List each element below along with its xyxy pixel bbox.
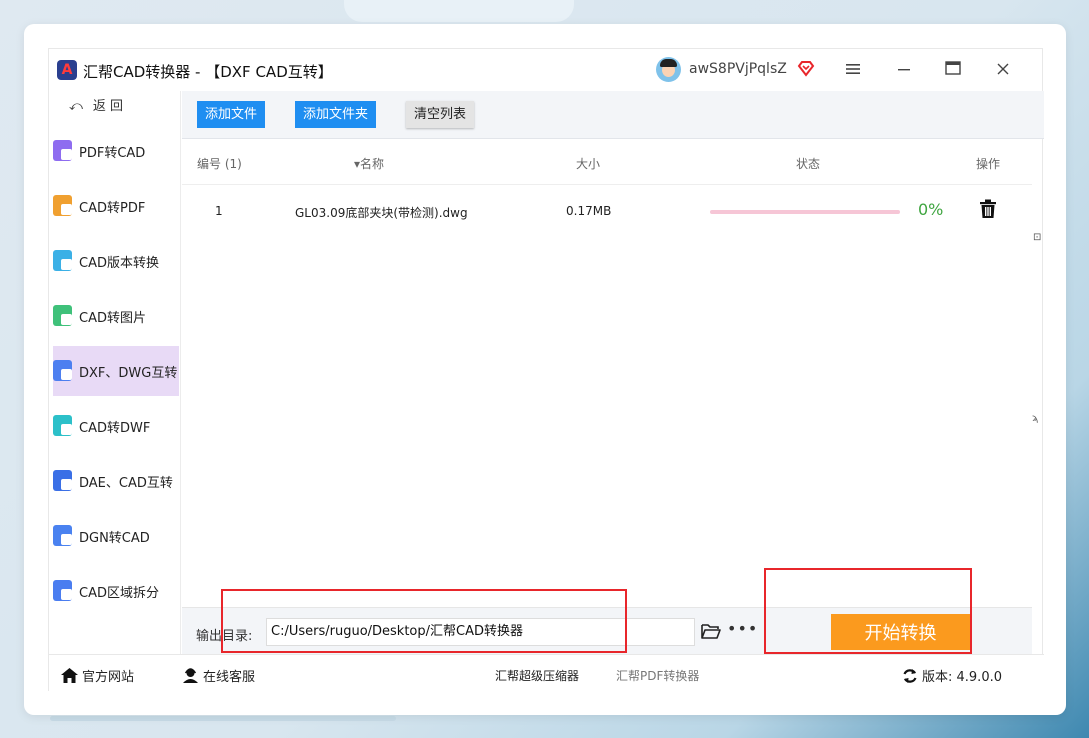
- app-window: A 汇帮CAD转换器 - 【DXF CAD互转】 awS8PVjPqlsZ ⤺ 返…: [48, 48, 1044, 692]
- more-options-icon[interactable]: •••: [727, 619, 758, 638]
- title-bar: A 汇帮CAD转换器 - 【DXF CAD互转】 awS8PVjPqlsZ: [49, 49, 1044, 91]
- header-status: 状态: [796, 157, 821, 171]
- background-bar: [50, 716, 396, 721]
- add-folder-button[interactable]: 添加文件夹: [295, 101, 377, 128]
- folder-open-icon[interactable]: [701, 622, 721, 640]
- table-header: 编号 (1) ▾名称 大小 状态 操作: [182, 139, 1032, 185]
- document-convert-icon: [53, 140, 73, 162]
- document-convert-icon: [53, 470, 73, 492]
- sidebar-item-4[interactable]: CAD转图片: [53, 291, 179, 341]
- minimize-icon[interactable]: [893, 59, 915, 81]
- clear-list-button[interactable]: 清空列表: [406, 101, 475, 128]
- close-icon[interactable]: [992, 59, 1014, 81]
- sidebar-item-3[interactable]: CAD版本转换: [53, 236, 179, 286]
- sidebar-item-label: CAD区域拆分: [79, 585, 159, 601]
- sidebar-item-1[interactable]: PDF转CAD: [53, 126, 179, 176]
- sidebar-item-label: DXF、DWG互转: [79, 365, 178, 381]
- refresh-icon: [903, 668, 917, 683]
- sidebar-item-label: CAD转PDF: [79, 200, 146, 216]
- main-panel: 添加文件 添加文件夹 清空列表 编号 (1) ▾名称 大小 状态 操作 1 GL…: [182, 91, 1044, 654]
- table-row[interactable]: 1 GL03.09底部夹块(带检测).dwg 0.17MB 0%: [182, 186, 1032, 238]
- sidebar-item-label: CAD版本转换: [79, 255, 159, 271]
- document-convert-icon: [53, 360, 73, 382]
- document-convert-icon: [53, 195, 73, 217]
- maximize-icon[interactable]: [942, 59, 964, 81]
- document-convert-icon: [53, 305, 73, 327]
- back-arrow-icon: ⤺: [69, 99, 83, 114]
- official-website-link[interactable]: 官方网站: [61, 666, 134, 685]
- edge-glyph-top: ⊡: [1033, 232, 1042, 243]
- status-bar: 官方网站 在线客服 汇帮超级压缩器 汇帮PDF转换器 版本: 4.9.0.0: [49, 654, 1044, 692]
- row-index: 1: [215, 204, 223, 218]
- header-name[interactable]: ▾名称: [354, 155, 384, 172]
- output-dir-label: 输出目录:: [196, 629, 253, 644]
- trash-icon[interactable]: [979, 199, 997, 219]
- sidebar-item-8[interactable]: DGN转CAD: [53, 511, 179, 561]
- back-button[interactable]: ⤺ 返 回: [69, 95, 123, 114]
- user-avatar[interactable]: [656, 57, 681, 82]
- background-tab: [344, 0, 574, 22]
- row-file-size: 0.17MB: [566, 204, 612, 218]
- add-file-button[interactable]: 添加文件: [197, 101, 266, 128]
- document-convert-icon: [53, 525, 73, 547]
- home-icon: [61, 668, 78, 683]
- support-agent-icon: [183, 668, 198, 683]
- start-convert-button[interactable]: 开始转换: [831, 614, 970, 650]
- sidebar-item-2[interactable]: CAD转PDF: [53, 181, 179, 231]
- sidebar-item-label: CAD转DWF: [79, 420, 151, 436]
- pdf-converter-link[interactable]: 汇帮PDF转换器: [616, 667, 699, 684]
- sidebar-item-7[interactable]: DAE、CAD互转: [53, 456, 179, 506]
- compressor-link[interactable]: 汇帮超级压缩器: [495, 667, 579, 684]
- sidebar-item-label: DGN转CAD: [79, 530, 150, 546]
- menu-icon[interactable]: [842, 59, 864, 81]
- header-action: 操作: [976, 157, 1001, 171]
- document-convert-icon: [53, 415, 73, 437]
- output-dir-input[interactable]: C:/Users/ruguo/Desktop/汇帮CAD转换器: [266, 618, 695, 646]
- sidebar: ⤺ 返 回 PDF转CAD CAD转PDF CAD版本转换 CAD转图片 DXF、DWG互…: [49, 91, 181, 654]
- edge-glyph-mid: ϡ: [1032, 413, 1039, 424]
- row-progress-percent: 0%: [918, 200, 944, 219]
- header-index: 编号 (1): [197, 157, 242, 171]
- header-size: 大小: [576, 157, 601, 171]
- app-logo-icon: A: [57, 60, 77, 80]
- sidebar-item-label: DAE、CAD互转: [79, 475, 173, 491]
- document-convert-icon: [53, 580, 73, 602]
- username[interactable]: awS8PVjPqlsZ: [689, 61, 787, 77]
- toolbar: 添加文件 添加文件夹 清空列表: [182, 91, 1044, 139]
- row-file-name: GL03.09底部夹块(带检测).dwg: [295, 206, 468, 220]
- sidebar-item-9[interactable]: CAD区域拆分: [53, 566, 179, 616]
- sidebar-item-label: CAD转图片: [79, 310, 146, 326]
- output-bar: 输出目录: C:/Users/ruguo/Desktop/汇帮CAD转换器 ••…: [182, 607, 1032, 654]
- sidebar-item-5[interactable]: DXF、DWG互转: [53, 346, 179, 396]
- sidebar-item-6[interactable]: CAD转DWF: [53, 401, 179, 451]
- online-support-link[interactable]: 在线客服: [182, 666, 255, 685]
- row-progress-bar: [710, 210, 900, 214]
- vip-diamond-icon[interactable]: [797, 59, 815, 77]
- app-title: 汇帮CAD转换器 - 【DXF CAD互转】: [83, 63, 333, 81]
- version-info[interactable]: 版本: 4.9.0.0: [902, 666, 1002, 685]
- sidebar-item-label: PDF转CAD: [79, 145, 146, 161]
- document-convert-icon: [53, 250, 73, 272]
